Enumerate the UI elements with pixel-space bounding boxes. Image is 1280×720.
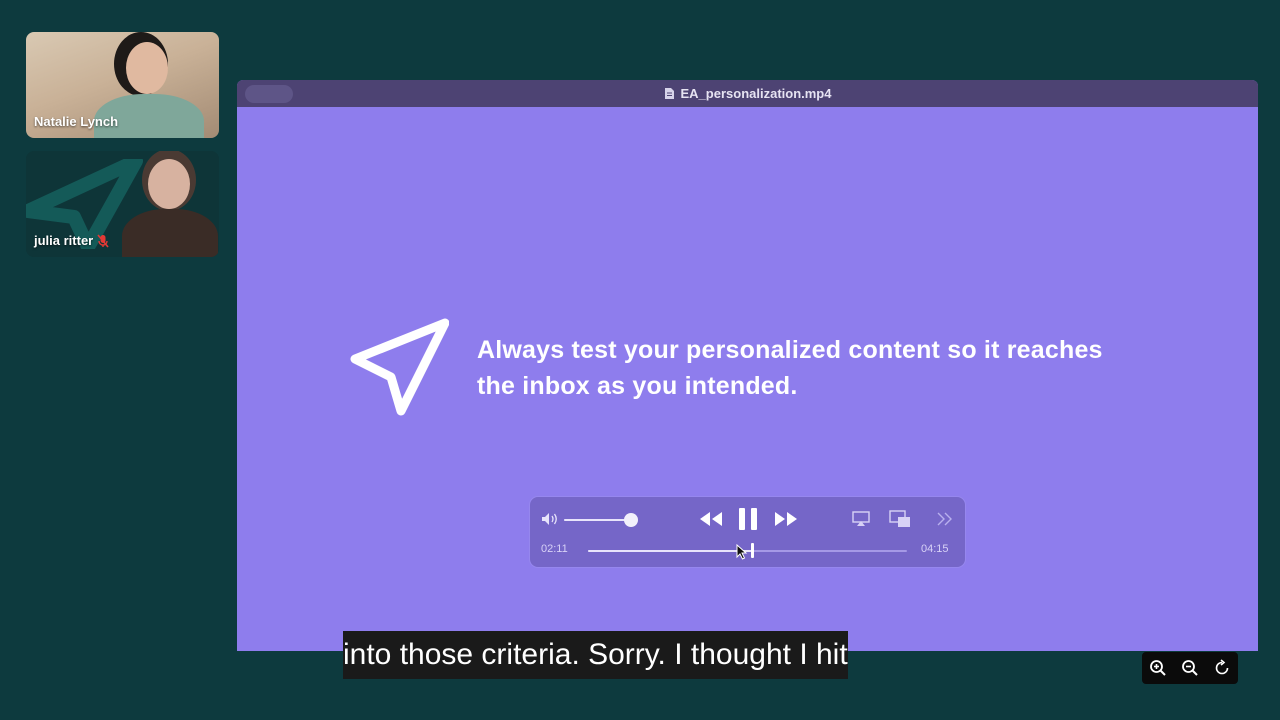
reset-zoom-icon[interactable] bbox=[1213, 659, 1231, 677]
current-time: 02:11 bbox=[541, 543, 568, 555]
participant-video bbox=[126, 42, 168, 94]
participant-video-body bbox=[122, 209, 218, 257]
volume-level bbox=[564, 519, 631, 521]
live-caption: into those criteria. Sorry. I thought I … bbox=[343, 631, 848, 679]
picture-in-picture-icon[interactable] bbox=[889, 510, 911, 528]
playback-controls: 02:11 04:15 bbox=[530, 497, 965, 567]
participant-tile-natalie[interactable]: Natalie Lynch bbox=[26, 32, 219, 138]
volume-icon[interactable] bbox=[541, 512, 559, 526]
total-time: 04:15 bbox=[921, 543, 949, 555]
fast-forward-icon[interactable] bbox=[773, 510, 799, 528]
participant-name: Natalie Lynch bbox=[34, 114, 118, 129]
zoom-out-icon[interactable] bbox=[1181, 659, 1199, 677]
video-player-window: EA_personalization.mp4 Always test your … bbox=[237, 80, 1258, 651]
window-titlebar: EA_personalization.mp4 bbox=[237, 80, 1258, 107]
participant-video bbox=[148, 159, 190, 209]
progress-scrubber[interactable] bbox=[751, 543, 754, 558]
participant-name: julia ritter bbox=[34, 233, 109, 248]
airplay-icon[interactable] bbox=[852, 511, 870, 527]
participant-name-label: Natalie Lynch bbox=[34, 114, 119, 129]
window-title: EA_personalization.mp4 bbox=[680, 86, 832, 101]
window-controls[interactable] bbox=[245, 85, 293, 103]
zoom-in-icon[interactable] bbox=[1149, 659, 1167, 677]
progress-fill bbox=[588, 550, 752, 552]
zoom-controls bbox=[1142, 652, 1238, 684]
slide-message: Always test your personalized content so… bbox=[477, 336, 1103, 400]
rewind-icon[interactable] bbox=[698, 510, 724, 528]
paper-plane-icon bbox=[350, 318, 449, 416]
mouse-cursor-icon bbox=[736, 544, 748, 560]
document-icon bbox=[664, 88, 674, 99]
volume-slider-knob[interactable] bbox=[624, 513, 638, 527]
participant-tile-julia[interactable]: julia ritter bbox=[26, 151, 219, 257]
microphone-muted-icon bbox=[97, 233, 109, 248]
pause-icon[interactable] bbox=[737, 507, 759, 531]
more-options-icon[interactable] bbox=[936, 512, 954, 526]
participant-name-label: julia ritter bbox=[34, 233, 94, 248]
